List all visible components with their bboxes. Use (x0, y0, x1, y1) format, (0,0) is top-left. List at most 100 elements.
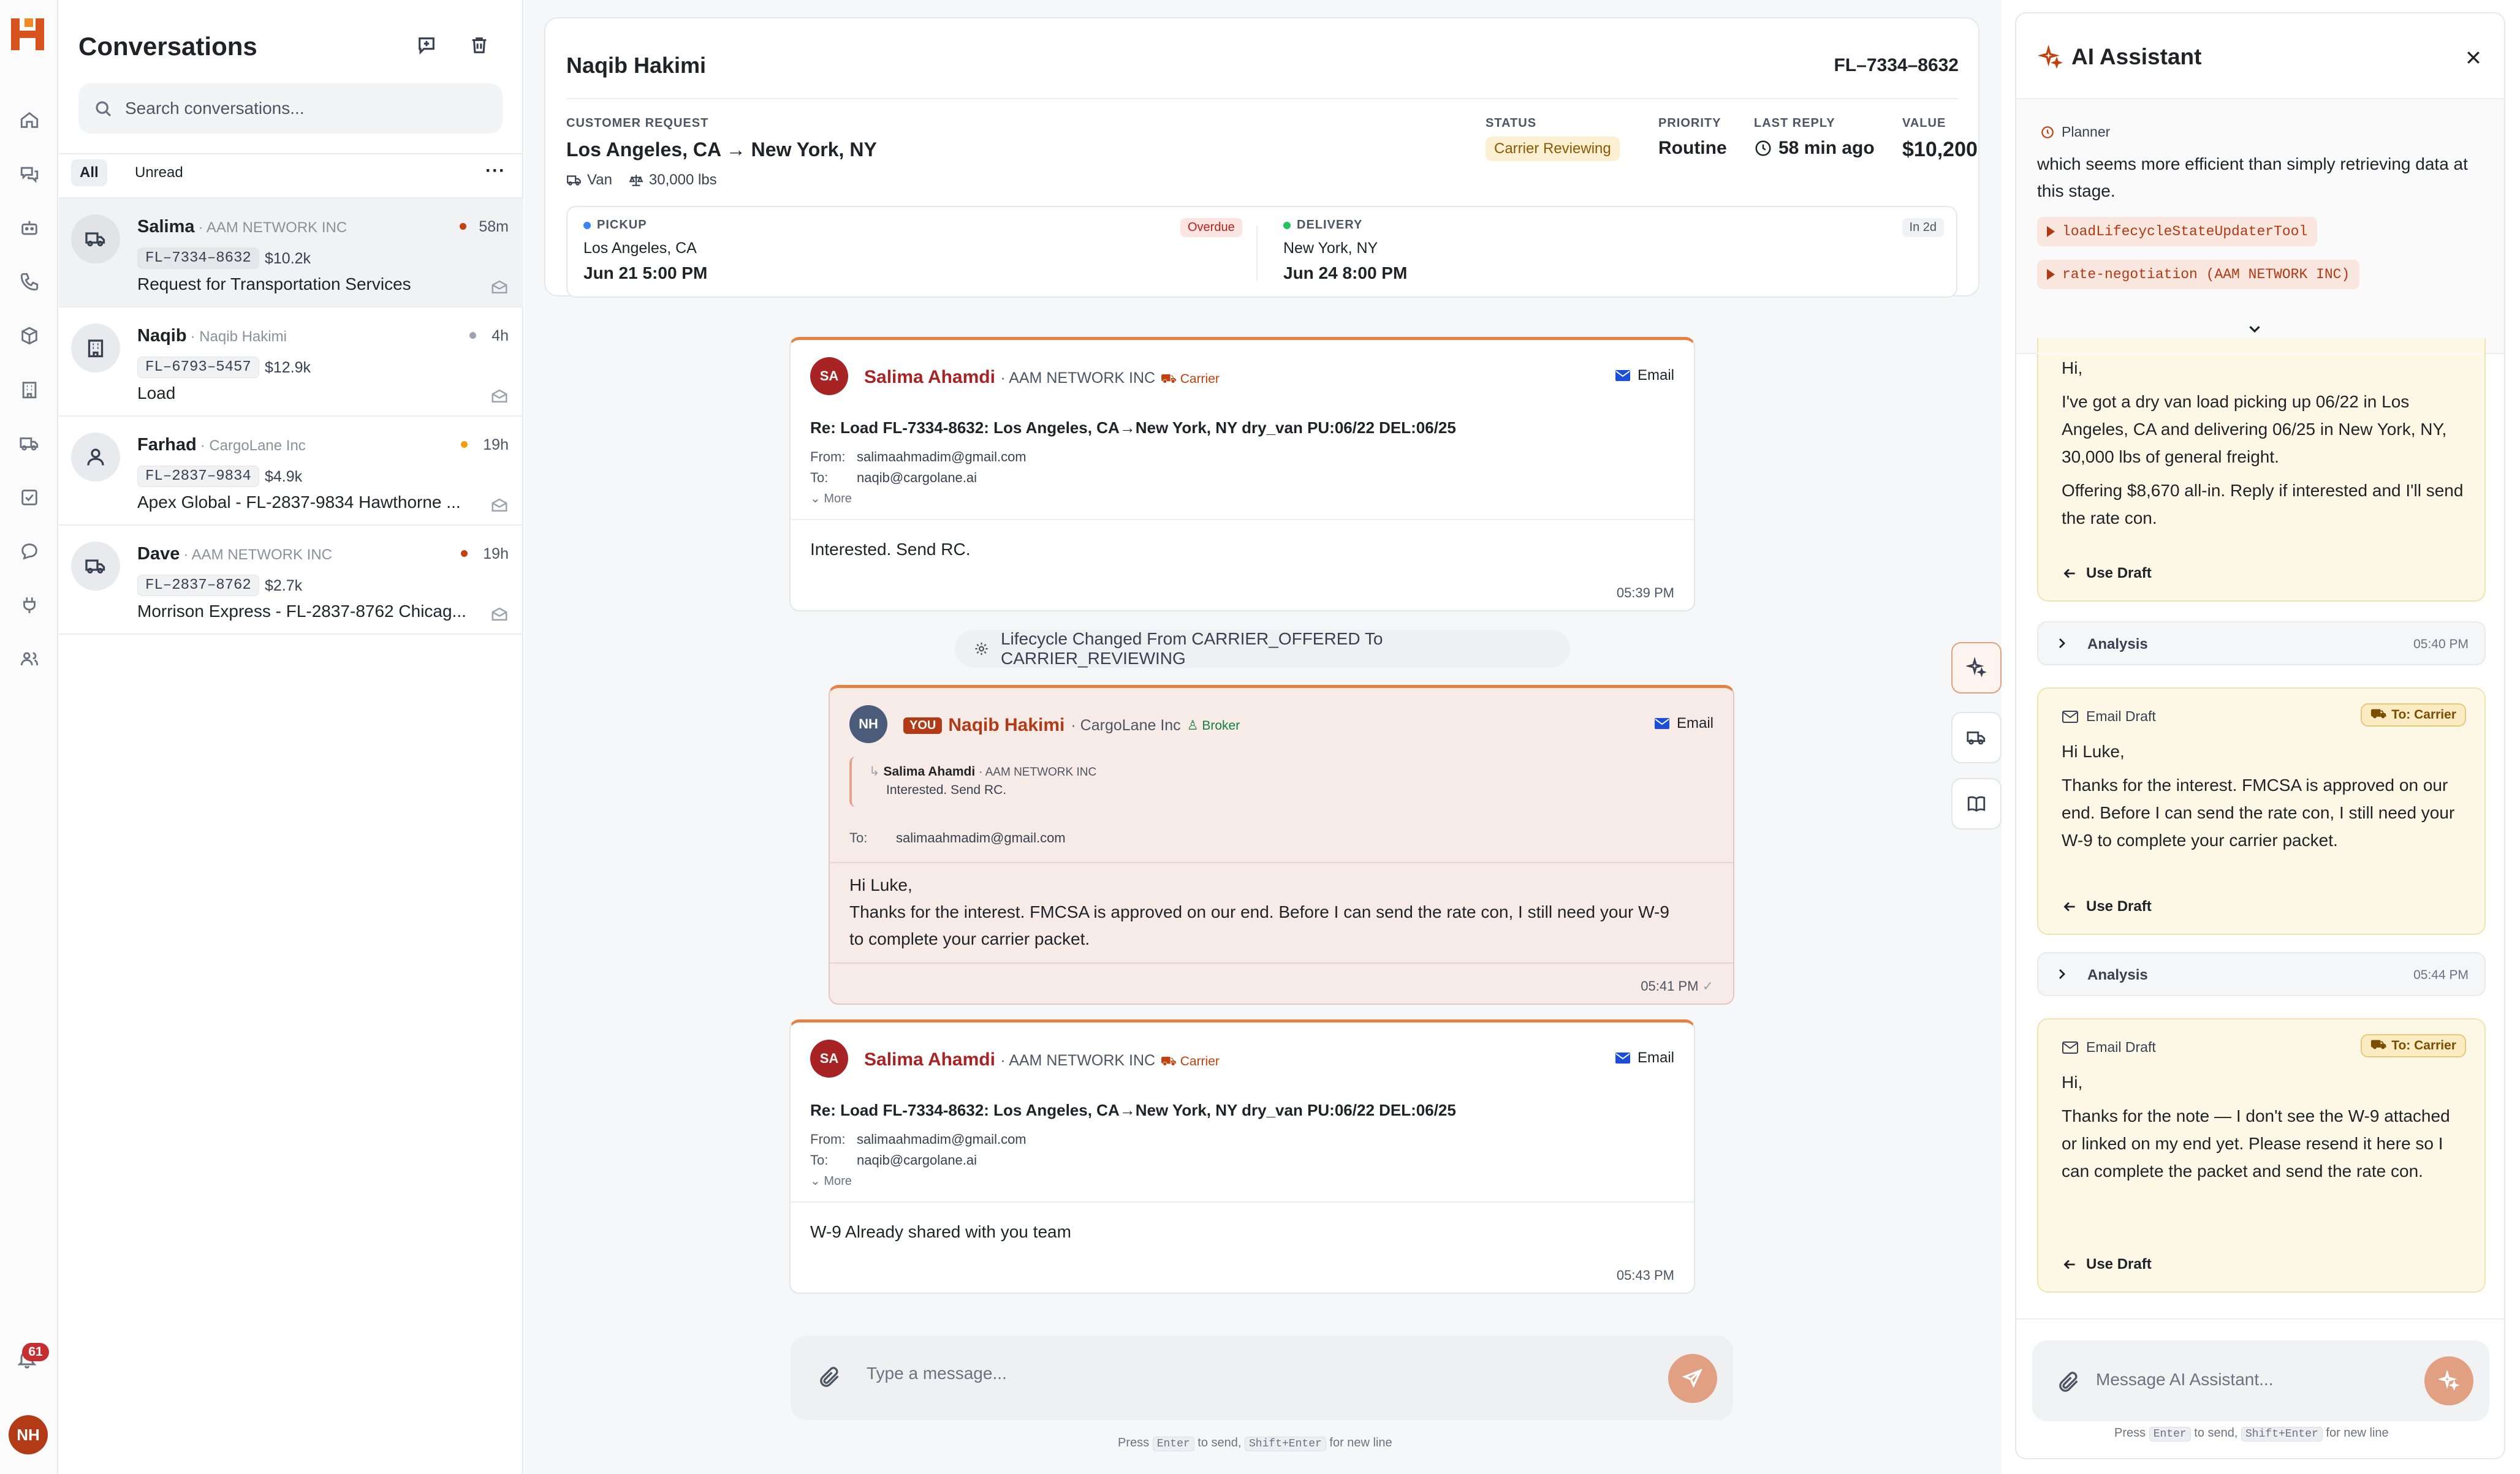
delivery-info: DELIVERY New York, NY Jun 24 8:00 PM (1283, 218, 1407, 283)
email-from: From: salimaahmadim@gmail.com (810, 449, 1027, 464)
divider (791, 519, 1694, 520)
filter-all[interactable]: All (71, 159, 107, 186)
pickup-label: PICKUP (597, 218, 647, 232)
search-bar[interactable] (78, 83, 503, 134)
search-input[interactable] (125, 99, 468, 118)
load-price: $4.9k (265, 468, 303, 485)
checklist-icon[interactable] (17, 485, 42, 510)
contact-name: Naqib · Naqib Hakimi (137, 326, 287, 346)
email-to: To: salimaahmadim@gmail.com (849, 830, 1066, 845)
analysis-time: 05:40 PM (2413, 637, 2469, 651)
phone-icon[interactable] (17, 270, 42, 294)
notification-badge: 61 (22, 1343, 49, 1361)
attach-button[interactable] (2057, 1370, 2081, 1394)
load-details-button[interactable] (1951, 712, 2002, 763)
truck-icon[interactable] (17, 431, 42, 456)
use-draft-button[interactable]: Use Draft (2062, 898, 2152, 915)
new-conversation-button[interactable] (413, 32, 440, 59)
truck-icon (1967, 731, 1986, 745)
use-draft-button[interactable]: Use Draft (2062, 1256, 2152, 1273)
notes-button[interactable] (1951, 778, 2002, 830)
app-logo[interactable] (9, 16, 49, 53)
contact-company: · AAM NETWORK INC (183, 546, 332, 563)
email-draft-label: Email Draft (2062, 1039, 2156, 1056)
delivery-date: Jun 24 8:00 PM (1283, 263, 1408, 282)
contact-name: Naqib Hakimi (566, 53, 707, 78)
paperclip-icon (820, 1367, 839, 1387)
ai-panel-title: AI Assistant (2071, 44, 2202, 69)
email-draft-card: Email Draft ⛟ To: Carrier Hi, Thanks for… (2037, 1018, 2486, 1293)
role-badge: ⛟ Carrier (1160, 372, 1220, 386)
delete-button[interactable] (466, 32, 493, 59)
analysis-toggle[interactable]: Analysis 05:40 PM (2037, 621, 2486, 665)
use-draft-button[interactable]: Use Draft (2062, 565, 2152, 582)
book-icon (1967, 796, 1986, 812)
close-icon (2467, 51, 2480, 64)
sparkle-icon (2037, 44, 2063, 70)
building-icon[interactable] (17, 377, 42, 402)
draft-text: Hi Luke, Thanks for the interest. FMCSA … (2062, 742, 2455, 850)
trash-icon (472, 37, 487, 53)
message-input[interactable] (867, 1364, 1602, 1383)
tool-call-chip[interactable]: rate-negotiation (AAM NETWORK INC) (2037, 260, 2360, 289)
delivery-label: DELIVERY (1297, 218, 1363, 232)
conversations-panel: Conversations All Unread ··· Salima· AAM… (59, 0, 523, 1474)
conversation-item[interactable]: Farhad · CargoLane Inc 19h FL–2837–9834 $… (59, 417, 523, 526)
users-icon[interactable] (17, 647, 42, 671)
more-options-button[interactable]: ··· (485, 161, 506, 181)
chevron-down-icon[interactable] (2245, 320, 2265, 339)
ai-message-composer (2032, 1340, 2489, 1421)
bot-icon[interactable] (17, 216, 42, 240)
email-body: Interested. Send RC. (810, 540, 971, 559)
plug-icon[interactable] (17, 593, 42, 618)
panel-title: Conversations (78, 32, 257, 61)
planner-text: which seems more efficient than simply r… (2037, 154, 2468, 200)
quoted-sender: ↳ Salima Ahamdi · AAM NETWORK INC (869, 765, 1097, 779)
email-message: SA Salima Ahamdi · AAM NETWORK INC ⛟ Car… (789, 1019, 1695, 1294)
last-reply-label: LAST REPLY (1754, 116, 1835, 130)
sender-company: · AAM NETWORK INC (1000, 369, 1156, 387)
mail-icon (2062, 1041, 2078, 1054)
email-draft-label: Email Draft (2062, 708, 2156, 725)
attach-button[interactable] (818, 1365, 842, 1389)
email-message-sent: NH YOU Naqib Hakimi · CargoLane Inc ♙ Br… (829, 685, 1734, 1005)
package-icon[interactable] (17, 323, 42, 348)
draft-text: Hi, I've got a dry van load picking up 0… (2062, 358, 2464, 527)
ai-assistant-toggle[interactable] (1951, 642, 2002, 694)
email-to: To: naqib@cargolane.ai (810, 470, 977, 485)
status-label: STATUS (1486, 116, 1537, 130)
pickup-date: Jun 21 5:00 PM (583, 263, 708, 282)
email-channel-icon (490, 387, 509, 406)
planner-section: Planner which seems more efficient than … (2016, 99, 2504, 353)
unread-dot (461, 550, 468, 557)
send-button[interactable] (1668, 1354, 1717, 1403)
message-circle-icon[interactable] (17, 539, 42, 564)
conversation-thread: Naqib Hakimi FL–7334–8632 CUSTOMER REQUE… (525, 0, 2002, 1474)
pickup-delivery-box: PICKUP Los Angeles, CA Jun 21 5:00 PM Ov… (566, 206, 1957, 298)
filter-unread[interactable]: Unread (126, 159, 192, 186)
divider (2016, 1318, 2504, 1320)
to-carrier-badge: ⛟ To: Carrier (2360, 1034, 2466, 1057)
email-channel: Email (1614, 367, 1674, 384)
role-badge: ♙ Broker (1186, 718, 1240, 733)
analysis-toggle[interactable]: Analysis 05:44 PM (2037, 952, 2486, 996)
ai-send-button[interactable] (2424, 1356, 2473, 1405)
analysis-label: Analysis (2087, 636, 2148, 652)
home-icon[interactable] (17, 108, 42, 132)
conversation-item[interactable]: Salima · AAM NETWORK INC 58m FL–7334–8632… (59, 198, 523, 308)
conversation-item[interactable]: Dave · AAM NETWORK INC 19h FL–2837–8762 $… (59, 526, 523, 635)
planner-icon (2041, 126, 2054, 138)
user-avatar[interactable]: NH (9, 1415, 48, 1454)
weight: 30,000 lbs (648, 172, 717, 188)
lifecycle-event: Lifecycle Changed From CARRIER_OFFERED T… (955, 629, 1570, 668)
more-button[interactable]: ⌄ More (810, 1173, 852, 1189)
chat-icon[interactable] (17, 162, 42, 186)
close-button[interactable] (2461, 45, 2486, 70)
conversation-item[interactable]: Naqib · Naqib Hakimi 4h FL–6793–5457 $12.… (59, 308, 523, 417)
priority-label: PRIORITY (1658, 116, 1721, 130)
contact-company: · CargoLane Inc (200, 437, 306, 454)
more-button[interactable]: ⌄ More (810, 491, 852, 506)
ai-message-input[interactable] (2096, 1370, 2415, 1389)
last-reply-stat: LAST REPLY 58 min ago (1754, 116, 1875, 159)
tool-call-chip[interactable]: loadLifecycleStateUpdaterTool (2037, 217, 2318, 246)
